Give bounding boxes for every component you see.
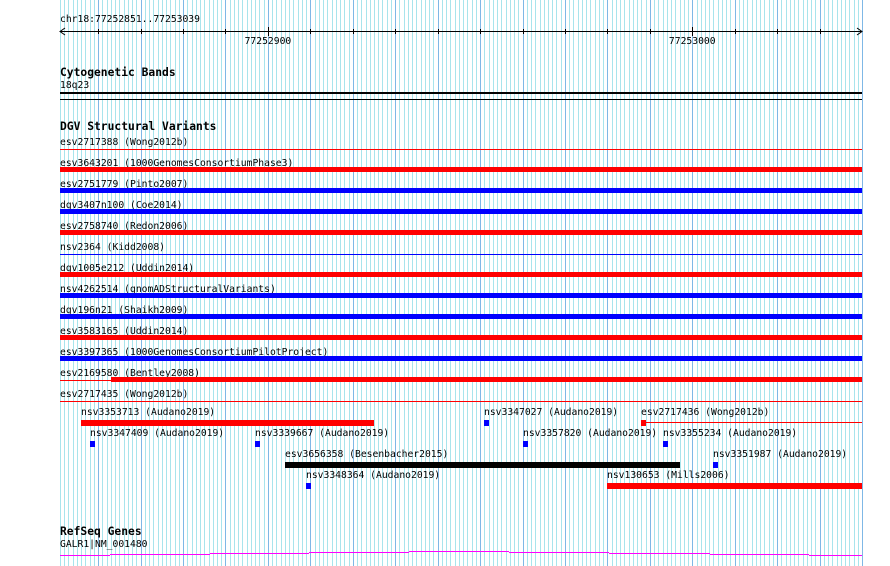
dgv-row: esv2717388 (Wong2012b) — [0, 135, 890, 156]
cytoband-label: 18q23 — [60, 80, 90, 91]
variant-bar[interactable] — [713, 462, 718, 468]
variant-label[interactable]: nsv3353713 (Audano2019) — [81, 407, 215, 418]
variant-bar[interactable] — [607, 483, 862, 489]
dgv-track-title: DGV Structural Variants — [60, 120, 217, 133]
variant-bar[interactable] — [306, 483, 311, 489]
genome-browser-panel: chr18:77252851..77253039 77252900 7725300… — [0, 0, 890, 566]
variant-bar[interactable] — [663, 441, 668, 447]
variant-label[interactable]: nsv130653 (Mills2006) — [607, 470, 729, 481]
variant-label[interactable]: esv2717435 (Wong2012b) — [60, 389, 188, 400]
cytoband-track-title: Cytogenetic Bands — [60, 66, 176, 79]
variant-label[interactable]: nsv3347027 (Audano2019) — [484, 407, 618, 418]
ruler-tick-label: 77252900 — [245, 36, 292, 47]
ruler[interactable]: 77252900 77253000 — [0, 24, 890, 50]
refseq-track-title: RefSeq Genes — [60, 525, 142, 538]
variant-bar[interactable] — [60, 272, 862, 277]
track-divider — [60, 99, 862, 100]
variant-bar[interactable] — [111, 377, 862, 382]
variant-bar[interactable] — [523, 441, 528, 447]
variant-bar[interactable] — [60, 188, 862, 193]
variant-label[interactable]: nsv3339667 (Audano2019) — [255, 428, 389, 439]
variant-bar[interactable] — [60, 209, 862, 214]
dgv-row: nsv4262514 (gnomADStructuralVariants) — [0, 282, 890, 303]
variant-bar[interactable] — [60, 230, 862, 235]
variant-bar[interactable] — [60, 401, 862, 402]
variant-bar-thin[interactable] — [646, 422, 862, 423]
variant-label[interactable]: esv3656358 (Besenbacher2015) — [285, 449, 448, 460]
variant-bar[interactable] — [484, 420, 489, 426]
ruler-tick-label: 77253000 — [669, 36, 716, 47]
variant-bar[interactable] — [60, 335, 862, 340]
dgv-row: esv2169580 (Bentley2008) — [0, 366, 890, 387]
variant-label[interactable]: esv2717388 (Wong2012b) — [60, 137, 188, 148]
dgv-row: esv3397365 (1000GenomesConsortiumPilotPr… — [0, 345, 890, 366]
variant-label[interactable]: nsv3347409 (Audano2019) — [90, 428, 224, 439]
variant-bar[interactable] — [90, 441, 95, 447]
variant-label[interactable]: nsv2364 (Kidd2008) — [60, 242, 165, 253]
variant-bar[interactable] — [60, 149, 862, 150]
dgv-row: esv2717435 (Wong2012b) — [0, 387, 890, 408]
dgv-row: esv2751779 (Pinto2007) — [0, 177, 890, 198]
variant-bar[interactable] — [60, 254, 862, 255]
dgv-row: nsv2364 (Kidd2008) — [0, 240, 890, 261]
dgv-row: dgv1005e212 (Uddin2014) — [0, 261, 890, 282]
variant-bar[interactable] — [60, 356, 862, 361]
variant-bar[interactable] — [60, 314, 862, 319]
dgv-row: dgv3407n100 (Coe2014) — [0, 198, 890, 219]
variant-bar[interactable] — [255, 441, 260, 447]
variant-bar[interactable] — [81, 420, 374, 426]
cytoband-bar[interactable] — [60, 92, 862, 94]
dgv-row: dgv196n21 (Shaikh2009) — [0, 303, 890, 324]
variant-bar[interactable] — [60, 167, 862, 172]
variant-label[interactable]: nsv3357820 (Audano2019) — [523, 428, 657, 439]
variant-label[interactable]: nsv3351987 (Audano2019) — [713, 449, 847, 460]
dgv-row: esv3643201 (1000GenomesConsortiumPhase3) — [0, 156, 890, 177]
variant-bar[interactable] — [641, 420, 646, 426]
variant-bar[interactable] — [60, 380, 111, 381]
dgv-row: esv2758740 (Redon2006) — [0, 219, 890, 240]
variant-label[interactable]: nsv3355234 (Audano2019) — [663, 428, 797, 439]
dgv-row: esv3583165 (Uddin2014) — [0, 324, 890, 345]
variant-bar[interactable] — [60, 293, 862, 298]
variant-label[interactable]: nsv3348364 (Audano2019) — [306, 470, 440, 481]
gene-model-GALR1[interactable] — [0, 545, 890, 560]
variant-bar[interactable] — [285, 462, 680, 468]
variant-label[interactable]: esv2717436 (Wong2012b) — [641, 407, 769, 418]
